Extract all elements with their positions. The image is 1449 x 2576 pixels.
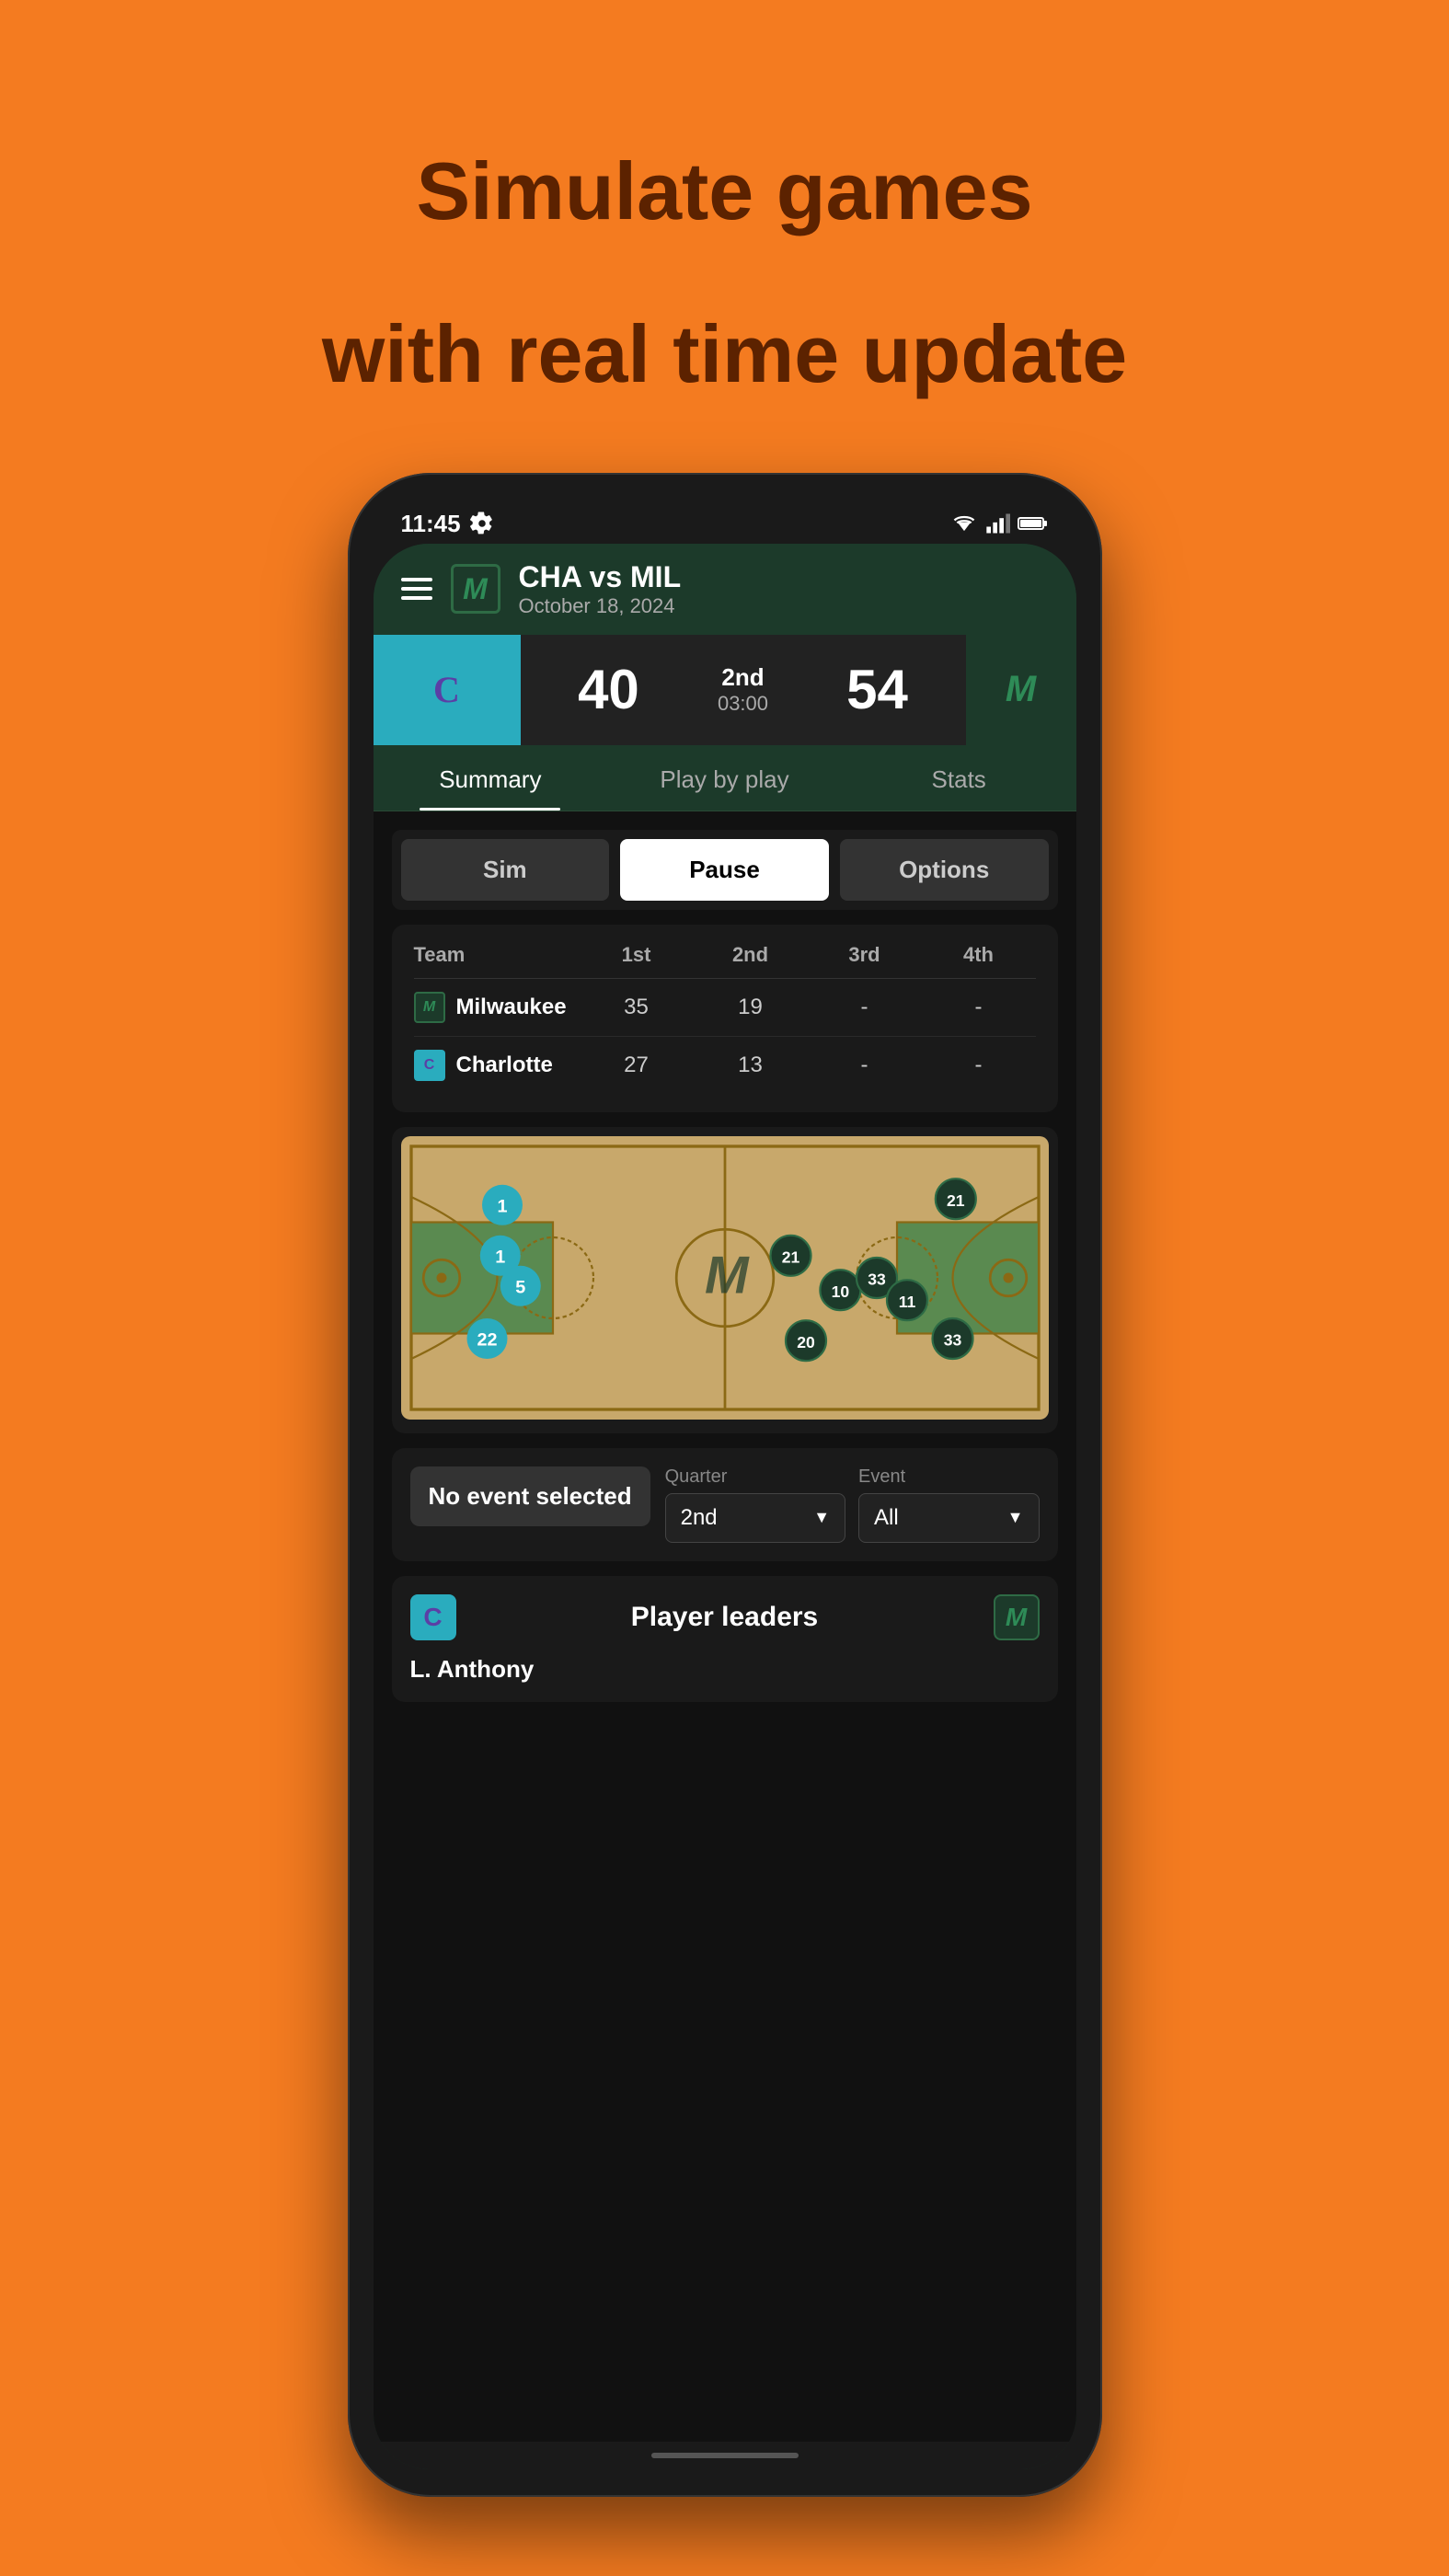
mil-logo-small: M (414, 992, 445, 1023)
tab-stats[interactable]: Stats (842, 745, 1076, 811)
pause-button[interactable]: Pause (620, 839, 829, 901)
table-row: C Charlotte 27 13 - - (414, 1037, 1036, 1094)
sim-button[interactable]: Sim (401, 839, 610, 901)
svg-text:5: 5 (515, 1277, 525, 1297)
score-table: Team 1st 2nd 3rd 4th M Milwaukee 35 19 (392, 925, 1058, 1112)
tab-play-by-play[interactable]: Play by play (607, 745, 842, 811)
match-date: October 18, 2024 (519, 594, 1049, 618)
player-leaders-header: C Player leaders M (410, 1594, 1040, 1640)
svg-text:33: 33 (868, 1270, 886, 1288)
svg-text:10: 10 (831, 1282, 849, 1300)
mil-logo-leaders: M (994, 1594, 1040, 1640)
svg-text:22: 22 (477, 1329, 497, 1350)
player-leaders-title: Player leaders (456, 1602, 994, 1633)
app-header: M CHA vs MIL October 18, 2024 (374, 544, 1076, 635)
cha-logo-small: C (414, 1050, 445, 1081)
hero-title-line1: Simulate games (322, 147, 1127, 236)
home-bar (651, 2453, 799, 2458)
phone-screen: M CHA vs MIL October 18, 2024 C 40 2nd 0… (374, 544, 1076, 2469)
home-team-icon: C (374, 635, 521, 745)
wifi-icon (951, 513, 977, 534)
status-icons (951, 513, 1049, 534)
svg-text:21: 21 (947, 1190, 965, 1209)
no-event-display: No event selected (410, 1466, 650, 1527)
quarter-display: 2nd (718, 663, 768, 692)
player-name-display: L. Anthony (410, 1655, 1040, 1684)
home-score: 40 (578, 658, 639, 721)
svg-text:1: 1 (497, 1196, 507, 1216)
signal-icon (984, 513, 1010, 534)
event-selector: No event selected Quarter 2nd ▼ Event Al… (392, 1448, 1058, 1561)
svg-text:20: 20 (797, 1332, 815, 1351)
score-section: C 40 2nd 03:00 54 M (374, 635, 1076, 745)
svg-text:33: 33 (943, 1330, 961, 1349)
chevron-down-icon: ▼ (1007, 1508, 1024, 1527)
content-area: Sim Pause Options Team 1st 2nd 3rd 4th M (374, 811, 1076, 2442)
quarter-filter: Quarter 2nd ▼ (665, 1466, 845, 1543)
header-text: CHA vs MIL October 18, 2024 (519, 560, 1049, 618)
score-table-header: Team 1st 2nd 3rd 4th (414, 943, 1036, 979)
menu-button[interactable] (401, 578, 432, 600)
tab-bar: Summary Play by play Stats (374, 745, 1076, 811)
quarter-dropdown[interactable]: 2nd ▼ (665, 1493, 845, 1543)
svg-text:1: 1 (495, 1247, 505, 1267)
hero-title: Simulate games with real time update (322, 74, 1127, 399)
court-svg: M 1 1 5 22 21 (401, 1136, 1049, 1420)
event-filter: Event All ▼ (858, 1466, 1039, 1543)
team-cha: C Charlotte (414, 1050, 580, 1081)
tab-summary[interactable]: Summary (374, 745, 608, 811)
options-button[interactable]: Options (840, 839, 1049, 901)
svg-text:21: 21 (781, 1248, 799, 1266)
hero-title-line2: with real time update (322, 310, 1127, 399)
battery-icon (1018, 513, 1049, 534)
team-mil: M Milwaukee (414, 992, 580, 1023)
svg-text:M: M (705, 1246, 750, 1305)
sim-controls: Sim Pause Options (392, 830, 1058, 910)
cha-logo-leaders: C (410, 1594, 456, 1640)
settings-icon (470, 512, 494, 535)
chevron-down-icon: ▼ (813, 1508, 830, 1527)
matchup-title: CHA vs MIL (519, 560, 1049, 594)
team-logo-header: M (451, 564, 500, 614)
score-display: 40 2nd 03:00 54 (521, 635, 966, 745)
phone-mockup: 11:45 (348, 473, 1102, 2497)
away-score: 54 (846, 658, 908, 721)
home-indicator (374, 2442, 1076, 2469)
status-bar: 11:45 (374, 500, 1076, 544)
player-leaders-section: C Player leaders M L. Anthony (392, 1576, 1058, 1702)
basketball-court: M 1 1 5 22 21 (392, 1127, 1058, 1433)
game-time: 03:00 (718, 692, 768, 716)
away-team-icon: M (966, 635, 1076, 745)
svg-text:11: 11 (898, 1292, 915, 1310)
score-center: 2nd 03:00 (718, 663, 768, 716)
event-dropdown[interactable]: All ▼ (858, 1493, 1039, 1543)
table-row: M Milwaukee 35 19 - - (414, 979, 1036, 1037)
time-display: 11:45 (401, 510, 461, 538)
